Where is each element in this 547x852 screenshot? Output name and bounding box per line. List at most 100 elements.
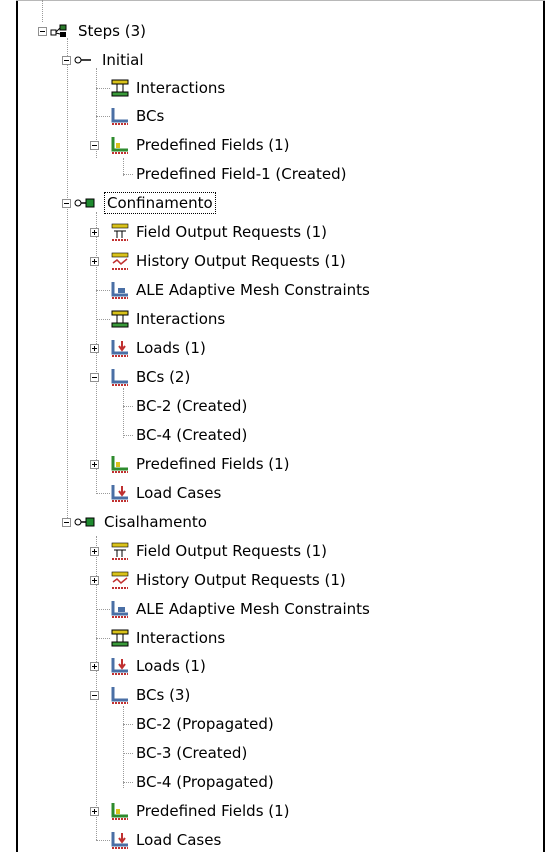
tree-connector — [123, 174, 133, 175]
tree-node-loads[interactable]: Loads (1) — [88, 654, 206, 678]
expand-icon[interactable] — [90, 460, 99, 469]
tree-node-bc-2[interactable]: BC-2 (Propagated) — [136, 712, 274, 736]
collapse-icon[interactable] — [62, 56, 71, 65]
expand-icon[interactable] — [90, 228, 99, 237]
tree-node-steps[interactable]: Steps (3) — [38, 19, 146, 43]
tree-node-history-output[interactable]: History Output Requests (1) — [88, 568, 346, 592]
collapse-icon[interactable] — [90, 373, 99, 382]
initial-step-icon — [74, 56, 91, 64]
initial-label: Initial — [102, 51, 144, 69]
tree-node-cisalhamento[interactable]: Cisalhamento — [62, 510, 207, 534]
steps-label: Steps (3) — [78, 22, 146, 40]
collapse-icon[interactable] — [62, 518, 71, 527]
tree-connector — [96, 638, 110, 639]
predefined-fields-icon — [111, 137, 128, 154]
tree-node-loads[interactable]: Loads (1) — [88, 336, 206, 360]
tree-node-predefined-fields[interactable]: Predefined Fields (1) — [88, 133, 290, 157]
tree-connector — [123, 782, 133, 783]
loads-icon — [111, 340, 128, 357]
tree-node-confinamento[interactable]: Confinamento — [62, 191, 216, 215]
tree-node-ale[interactable]: ALE Adaptive Mesh Constraints — [88, 278, 370, 302]
confinamento-label: Confinamento — [104, 192, 216, 214]
loads-label: Loads (1) — [136, 339, 206, 357]
tree-node-bcs[interactable]: BCs (3) — [88, 683, 190, 707]
tree-connector — [96, 319, 110, 320]
ale-constraints-icon — [111, 282, 128, 299]
tree-connector — [123, 724, 133, 725]
step-icon — [74, 198, 95, 208]
tree-node-predefined-fields[interactable]: Predefined Fields (1) — [88, 799, 290, 823]
predefined-fields-icon — [111, 456, 128, 473]
bcs-icon — [111, 108, 128, 125]
bc-2-label: BC-2 (Propagated) — [136, 715, 274, 733]
expand-icon[interactable] — [90, 344, 99, 353]
interactions-label: Interactions — [136, 310, 226, 328]
field-output-label: Field Output Requests (1) — [136, 542, 328, 560]
field-output-icon — [111, 223, 129, 241]
collapse-icon[interactable] — [90, 141, 99, 150]
tree-node-bc-3[interactable]: BC-3 (Created) — [136, 741, 247, 765]
field-output-icon — [111, 542, 129, 560]
tree-node-ale[interactable]: ALE Adaptive Mesh Constraints — [88, 597, 370, 621]
collapse-icon[interactable] — [62, 199, 71, 208]
collapse-icon[interactable] — [38, 27, 47, 36]
history-output-label: History Output Requests (1) — [136, 252, 346, 270]
bcs-icon — [111, 369, 128, 386]
tree-connector — [96, 609, 110, 610]
interactions-icon — [111, 310, 129, 328]
expand-icon[interactable] — [90, 576, 99, 585]
load-cases-icon — [111, 485, 128, 502]
predefined-fields-label: Predefined Fields (1) — [136, 802, 290, 820]
tree-node-initial[interactable]: Initial — [62, 48, 144, 72]
tree-connector — [96, 290, 110, 291]
bc-2-label: BC-2 (Created) — [136, 397, 248, 415]
panel-top-border — [16, 0, 545, 1]
expand-icon[interactable] — [90, 257, 99, 266]
steps-icon — [50, 24, 67, 37]
expand-icon[interactable] — [90, 662, 99, 671]
load-cases-icon — [111, 832, 128, 849]
tree-node-predefined-fields[interactable]: Predefined Fields (1) — [88, 452, 290, 476]
ale-constraints-icon — [111, 601, 128, 618]
interactions-label: Interactions — [136, 79, 226, 97]
history-output-icon — [111, 252, 129, 270]
tree-connector — [123, 388, 124, 438]
tree-connector — [96, 88, 110, 89]
tree-node-predefined-field-1[interactable]: Predefined Field-1 (Created) — [136, 162, 346, 186]
interactions-icon — [111, 79, 129, 97]
load-cases-label: Load Cases — [136, 484, 222, 502]
tree-connector — [123, 753, 133, 754]
loads-icon — [111, 658, 128, 675]
tree-node-bc-2[interactable]: BC-2 (Created) — [136, 394, 247, 418]
tree-node-field-output[interactable]: Field Output Requests (1) — [88, 539, 327, 563]
expand-icon[interactable] — [90, 547, 99, 556]
tree-connector — [123, 706, 124, 788]
tree-connector — [123, 406, 133, 407]
tree-node-field-output[interactable]: Field Output Requests (1) — [88, 220, 327, 244]
bcs-icon — [111, 687, 128, 704]
predefined-fields-label: Predefined Fields (1) — [136, 136, 290, 154]
expand-icon[interactable] — [90, 807, 99, 816]
tree-node-history-output[interactable]: History Output Requests (1) — [88, 249, 346, 273]
step-icon — [74, 517, 95, 527]
tree-connector — [96, 840, 110, 841]
load-cases-label: Load Cases — [136, 831, 222, 849]
tree-connector — [123, 435, 133, 436]
interactions-label: Interactions — [136, 629, 226, 647]
cisalhamento-label: Cisalhamento — [104, 513, 207, 531]
interactions-icon — [111, 629, 129, 647]
ale-label: ALE Adaptive Mesh Constraints — [136, 281, 370, 299]
predefined-field-1-label: Predefined Field-1 (Created) — [136, 165, 347, 183]
tree-node-bcs[interactable]: BCs (2) — [88, 365, 190, 389]
panel-left-border — [16, 0, 18, 852]
ale-label: ALE Adaptive Mesh Constraints — [136, 600, 370, 618]
history-output-icon — [111, 571, 129, 589]
collapse-icon[interactable] — [90, 691, 99, 700]
model-tree-panel: Steps (3) Initial Interactions BCs Prede… — [0, 0, 547, 852]
tree-node-bc-4[interactable]: BC-4 (Propagated) — [136, 770, 274, 794]
tree-node-bc-4[interactable]: BC-4 (Created) — [136, 423, 247, 447]
loads-label: Loads (1) — [136, 657, 206, 675]
bcs-label: BCs (2) — [136, 368, 191, 386]
predefined-fields-label: Predefined Fields (1) — [136, 455, 290, 473]
bc-4-label: BC-4 (Created) — [136, 426, 248, 444]
